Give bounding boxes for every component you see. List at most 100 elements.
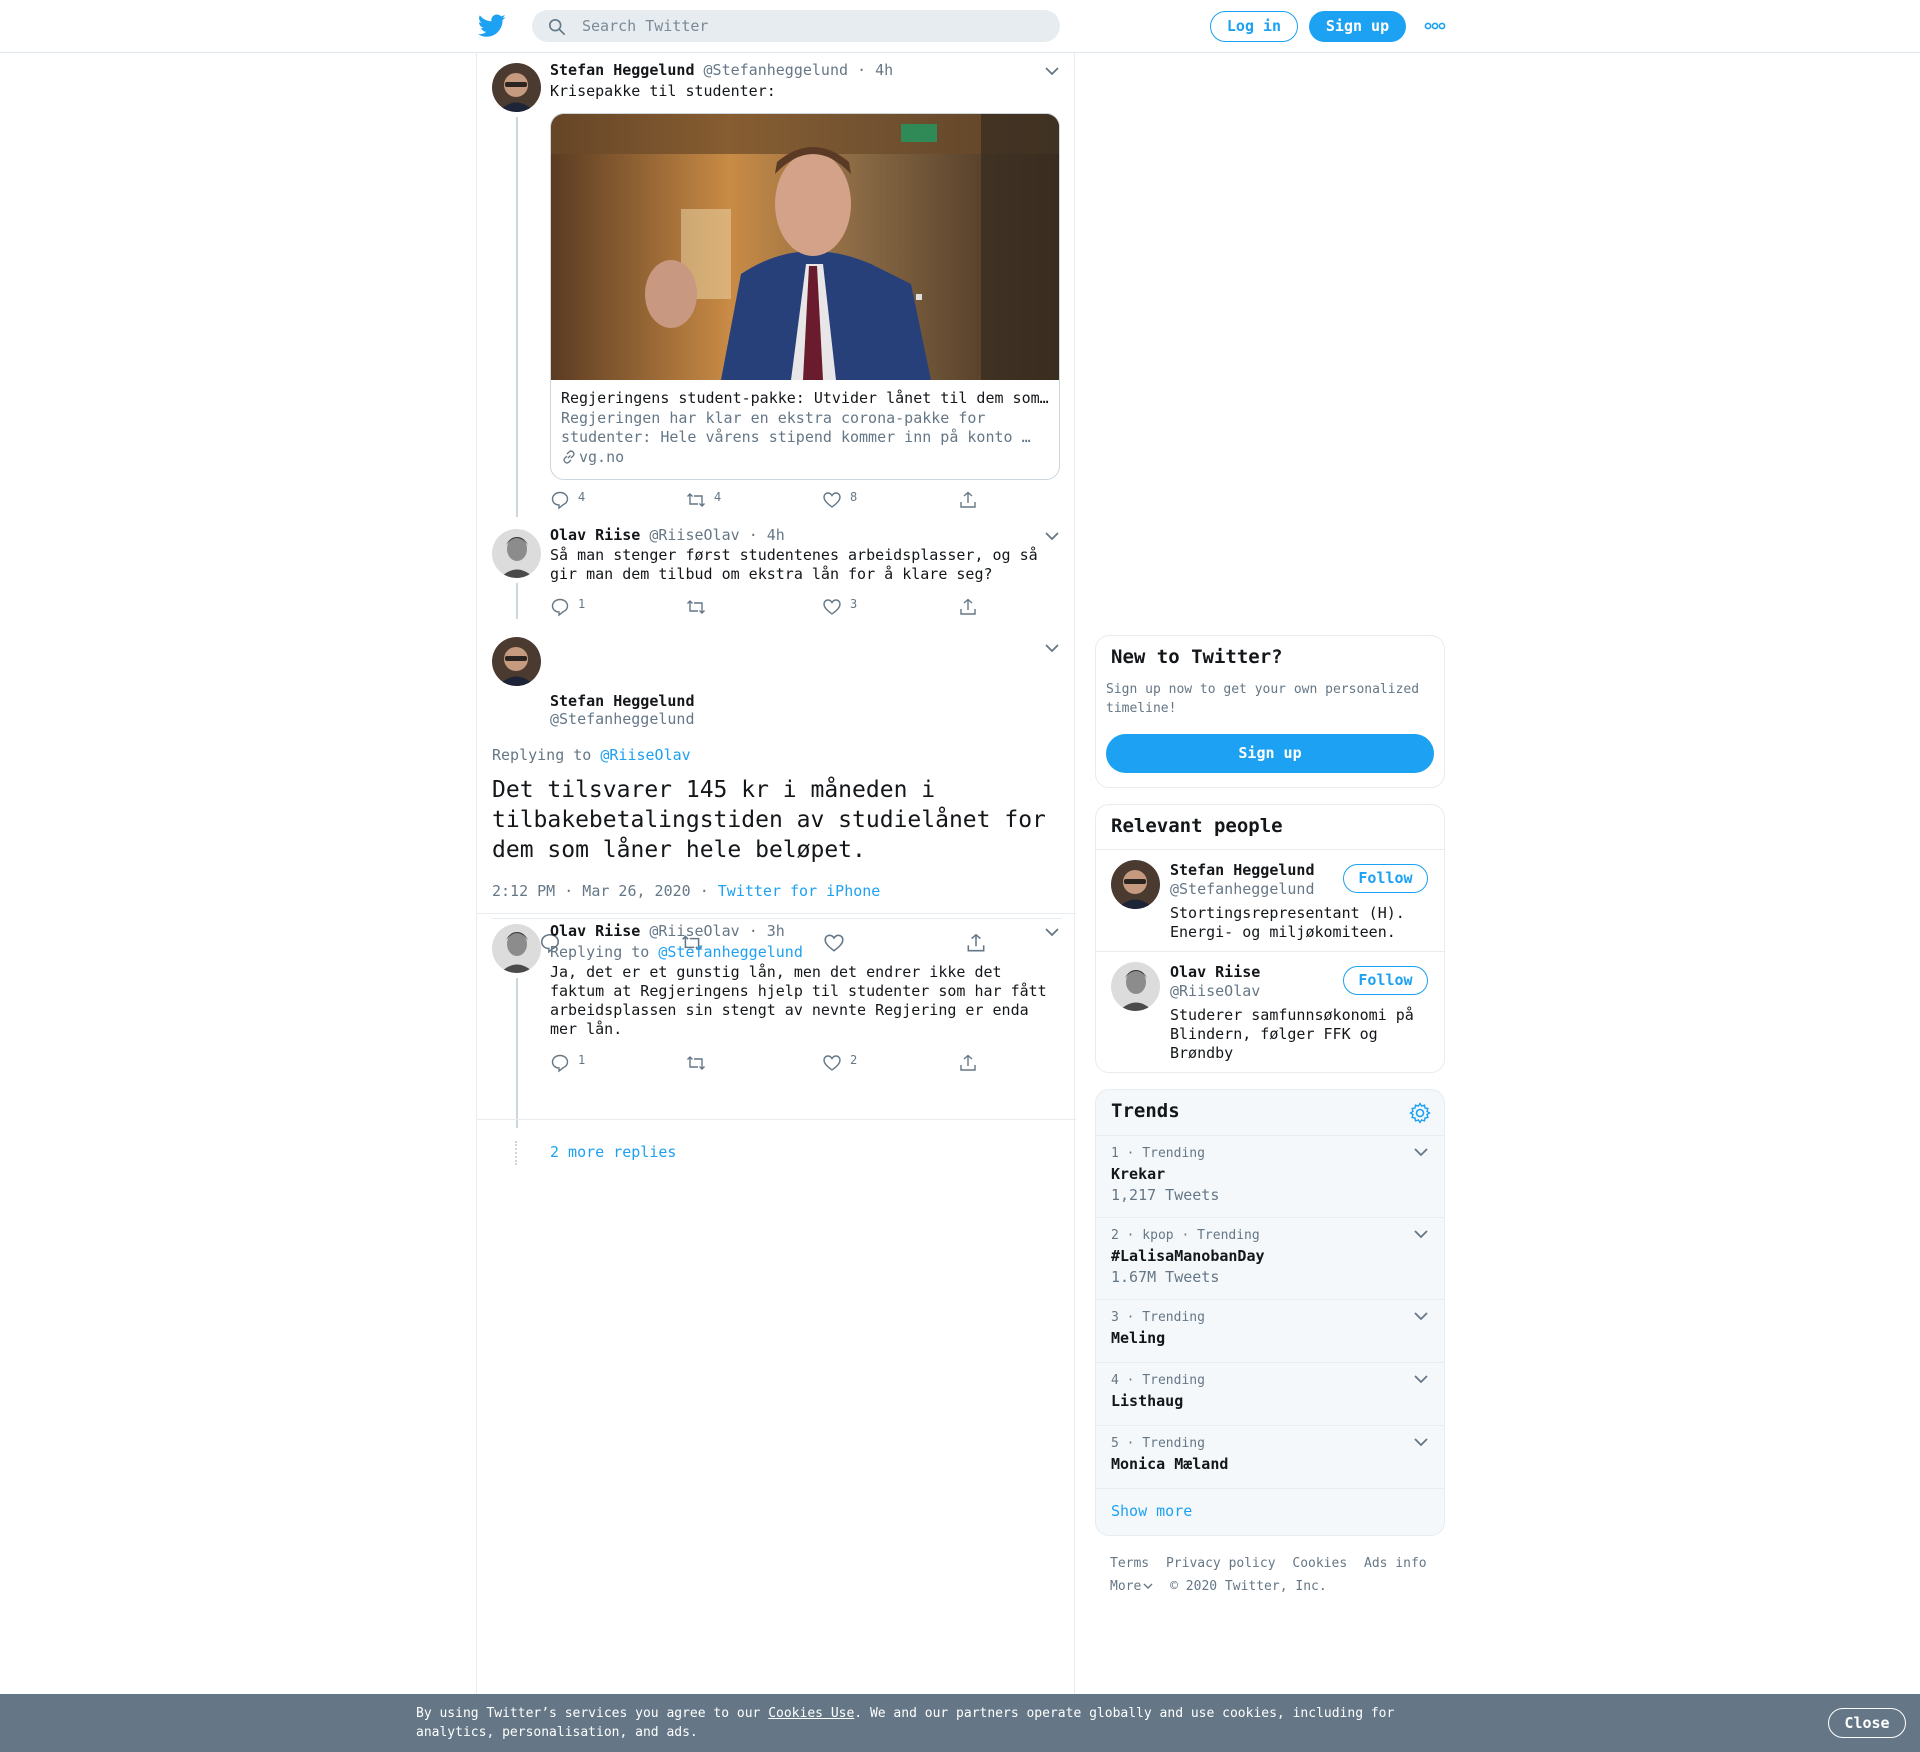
footer-link-ads-info[interactable]: Ads info [1364,1556,1427,1571]
like-count: 2 [850,1053,858,1067]
show-more-link[interactable]: Show more [1111,1502,1192,1520]
trend-item[interactable]: 1 · Trending Krekar 1,217 Tweets [1096,1135,1444,1217]
footer-link-cookies[interactable]: Cookies [1292,1556,1347,1571]
author-handle[interactable]: @Stefanheggelund [550,710,695,728]
footer-more-label: More [1110,1579,1142,1594]
chevron-down-icon[interactable] [1414,1438,1428,1447]
replying-to-link[interactable]: @Stefanheggelund [658,943,803,961]
relevant-people-title: Relevant people [1111,815,1283,837]
replying-to: Replying to @Stefanheggelund [550,943,803,961]
trend-meta: 4 · Trending [1111,1373,1205,1388]
tweet-actions: 1 2 [550,1053,990,1075]
footer-more-button[interactable]: More [1110,1579,1153,1594]
replying-to: Replying to @RiiseOlav [492,746,691,764]
person-bio: Studerer samfunnsøkonomi på Blindern, fø… [1170,1006,1414,1062]
sidebar-footer: Terms Privacy policy Cookies Ads info Mo… [1110,1552,1440,1598]
reply-button[interactable]: 1 [550,1053,585,1073]
trend-meta: 5 · Trending [1111,1436,1205,1451]
separator-dot: · [699,882,709,900]
avatar[interactable] [492,637,541,686]
tweet[interactable]: Olav Riise @RiiseOlav · 3h Replying to @… [477,914,1076,1174]
tweet-source[interactable]: Twitter for iPhone [718,882,881,900]
follow-button[interactable]: Follow [1343,966,1428,995]
trend-name[interactable]: Listhaug [1111,1392,1183,1410]
timestamp[interactable]: 3h [767,922,785,940]
trend-show-more-row[interactable]: Show more [1096,1488,1444,1535]
avatar[interactable] [1111,860,1160,909]
chevron-down-icon[interactable] [1045,928,1059,937]
new-to-twitter-subtitle: Sign up now to get your own personalized… [1106,682,1420,716]
footer-link-privacy[interactable]: Privacy policy [1166,1556,1276,1571]
search-box[interactable] [532,10,1060,42]
trend-count: 1,217 Tweets [1111,1186,1220,1204]
trend-item[interactable]: 5 · Trending Monica Mæland [1096,1425,1444,1488]
follow-button[interactable]: Follow [1343,864,1428,893]
sidebar-signup-button[interactable]: Sign up [1106,734,1434,773]
reply-count: 1 [578,1053,586,1067]
trends-title: Trends [1111,1100,1180,1122]
relevant-people-box: Relevant people Stefan Heggelund @Stefan… [1095,804,1445,1073]
chevron-down-icon[interactable] [1414,1230,1428,1239]
top-bar: Log in Sign up [0,0,1920,53]
person-handle[interactable]: @RiiseOlav [1170,982,1260,1000]
more-replies-link[interactable]: 2 more replies [550,1143,676,1161]
person-handle[interactable]: @Stefanheggelund [1170,880,1315,898]
replying-to-link[interactable]: @RiiseOlav [600,746,690,764]
chevron-down-icon[interactable] [1045,644,1059,653]
author-name[interactable]: Stefan Heggelund [550,692,695,710]
replying-prefix: Replying to [492,746,592,764]
trend-name[interactable]: Monica Mæland [1111,1455,1228,1473]
thread-line [516,978,518,1128]
replying-prefix: Replying to [550,943,650,961]
trend-count: 1.67M Tweets [1111,1268,1220,1286]
trend-item[interactable]: 2 · kpop · Trending #LalisaManobanDay 1.… [1096,1217,1444,1299]
chevron-down-icon [1143,1583,1153,1589]
trend-item[interactable]: 4 · Trending Listhaug [1096,1362,1444,1425]
chevron-down-icon[interactable] [1414,1375,1428,1384]
trend-meta: 3 · Trending [1111,1310,1205,1325]
login-button[interactable]: Log in [1210,11,1298,42]
cookie-close-button[interactable]: Close [1828,1708,1906,1738]
twitter-bird-icon[interactable] [478,14,506,38]
conversation-column: Stefan Heggelund @Stefanheggelund · 4h K… [476,53,1076,1703]
retweet-button[interactable] [686,1053,714,1073]
trend-item[interactable]: 3 · Trending Meling [1096,1299,1444,1362]
like-button[interactable]: 2 [822,1053,857,1073]
cookie-text-before: By using Twitter’s services you agree to… [416,1706,769,1721]
divider [477,1119,1076,1120]
footer-copyright: © 2020 Twitter, Inc. [1170,1579,1327,1594]
separator-dot: · [748,922,758,940]
search-icon [548,18,566,36]
signup-button[interactable]: Sign up [1309,11,1406,42]
trend-name[interactable]: Meling [1111,1329,1165,1347]
share-icon [960,1054,976,1071]
reply-icon [551,1054,569,1073]
author-name[interactable]: Olav Riise [550,922,640,940]
tweet-text: Det tilsvarer 145 kr i måneden i tilbake… [492,777,1046,863]
cookies-use-link[interactable]: Cookies Use [768,1706,854,1721]
trend-name[interactable]: #LalisaManobanDay [1111,1247,1265,1265]
footer-link-terms[interactable]: Terms [1110,1556,1149,1571]
chevron-down-icon[interactable] [1414,1148,1428,1157]
thread-dots [515,1141,517,1165]
person-name[interactable]: Olav Riise [1170,963,1260,981]
person-row[interactable]: Stefan Heggelund @Stefanheggelund Follow… [1096,849,1444,951]
trends-box: Trends 1 · Trending Krekar 1,217 Tweets … [1095,1089,1445,1536]
avatar[interactable] [1111,962,1160,1011]
avatar[interactable] [492,924,541,973]
new-to-twitter-box: New to Twitter? Sign up now to get your … [1095,635,1445,788]
person-bio: Stortingsrepresentant (H). Energi- og mi… [1170,904,1405,941]
person-name[interactable]: Stefan Heggelund [1170,861,1315,879]
chevron-down-icon[interactable] [1414,1312,1428,1321]
tweet-text: Ja, det er et gunstig lån, men det endre… [550,963,1047,1038]
author-handle[interactable]: @RiiseOlav [649,922,739,940]
retweet-icon [687,1056,705,1070]
more-dots-icon[interactable] [1424,20,1446,32]
tweet-meta: 2:12 PM · Mar 26, 2020 · Twitter for iPh… [492,882,880,900]
search-input[interactable] [582,10,1042,42]
person-row[interactable]: Olav Riise @RiiseOlav Follow Studerer sa… [1096,951,1444,1072]
share-button[interactable] [958,1053,978,1073]
trend-name[interactable]: Krekar [1111,1165,1165,1183]
gear-icon[interactable] [1409,1102,1431,1124]
tweet-timestamp[interactable]: 2:12 PM · Mar 26, 2020 [492,882,691,900]
